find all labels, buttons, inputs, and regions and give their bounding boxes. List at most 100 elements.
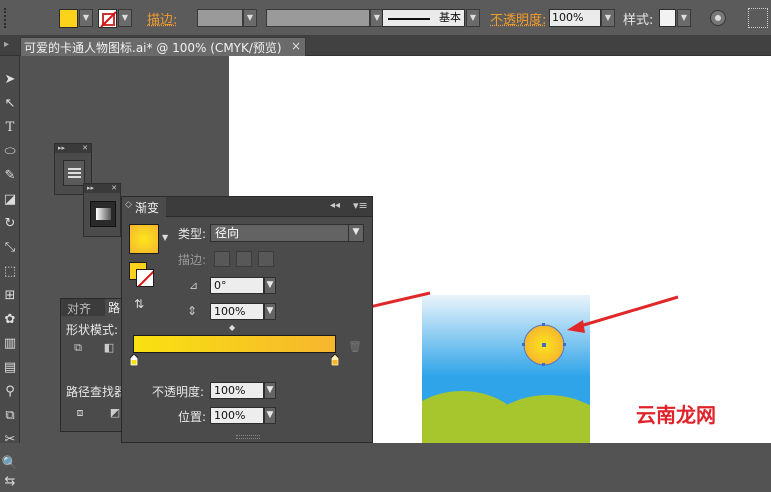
gradient-type-dropdown[interactable]: ▼ [348, 224, 364, 242]
panel-header: ▸▸ ✕ [84, 184, 120, 193]
stroke-dropdown[interactable]: ▼ [118, 9, 132, 27]
document-title: 可爱的卡通人物图标.ai* @ 100% (CMYK/预览) [24, 41, 282, 55]
expand-icon[interactable]: ▸▸ [87, 184, 94, 192]
brush-dropdown[interactable]: ▼ [466, 9, 480, 27]
gradient-stop-start[interactable] [129, 353, 139, 367]
graphic-style-dropdown[interactable]: ▼ [677, 9, 691, 27]
recolor-artwork-icon[interactable] [710, 10, 726, 26]
collapse-panel-icon[interactable]: ◂◂ [330, 200, 340, 211]
opacity-dropdown[interactable]: ▼ [601, 9, 615, 27]
eyedropper-tool-icon[interactable]: ⚲ [0, 382, 20, 402]
shape-modes-label: 形状模式: [66, 323, 119, 337]
gradient-type-select[interactable]: 径向 [210, 224, 353, 242]
stop-icon [330, 353, 340, 367]
close-icon[interactable]: ✕ [82, 144, 88, 153]
gradient-tool-icon[interactable]: ▤ [0, 358, 20, 378]
gradient-panel-header: ◇ 渐变 ◂◂ ▾≡ [122, 197, 372, 217]
pathfinder-tabs: 对齐 路 [61, 299, 125, 317]
brush-definition-field[interactable]: 基本 [382, 9, 465, 27]
stroke-line [68, 172, 81, 174]
watermark: 云南龙网 [636, 403, 716, 427]
angle-dropdown[interactable]: ▼ [264, 277, 276, 294]
swap-fill-stroke-icon[interactable]: ⇆ [0, 472, 20, 492]
minus-front-icon[interactable]: ◧ [101, 341, 117, 355]
tab-gradient[interactable]: ◇ 渐变 [122, 197, 166, 217]
symbol-sprayer-tool-icon[interactable]: ✿ [0, 310, 20, 330]
align-selection-icon[interactable] [748, 8, 768, 28]
gradient-thumb [96, 208, 111, 220]
stroke-weight-field[interactable] [197, 9, 243, 27]
recolor-dot [715, 15, 721, 21]
stroke-none-icon [100, 11, 116, 27]
zoom-tool-icon[interactable]: 🔍 [0, 454, 20, 474]
close-icon[interactable]: ✕ [111, 184, 117, 193]
tab-align[interactable]: 对齐 [67, 300, 91, 317]
gradient-panel-icon[interactable] [90, 201, 116, 227]
blend-tool-icon[interactable]: ⧉ [0, 406, 20, 426]
fill-dropdown[interactable]: ▼ [79, 9, 93, 27]
type-tool-icon[interactable]: T [0, 118, 20, 138]
opacity-field[interactable]: 100% [549, 9, 601, 27]
fill-swatch-dropdown[interactable]: ▼ [162, 233, 168, 242]
ellipse-tool-icon[interactable]: ⬭ [0, 142, 20, 162]
scale-tool-icon[interactable]: ⤡ [0, 238, 20, 258]
aspect-ratio-field[interactable]: 100% [210, 303, 264, 320]
rotate-tool-icon[interactable]: ↻ [0, 214, 20, 234]
stop-opacity-field[interactable]: 100% [210, 382, 264, 399]
stroke-indicator[interactable] [136, 269, 154, 287]
no-stroke-icon [137, 270, 153, 286]
stroke-along-icon[interactable] [236, 251, 252, 267]
gradient-title: 渐变 [135, 201, 160, 215]
panel-resize-grip[interactable] [236, 435, 260, 439]
graph-tool-icon[interactable]: ▥ [0, 334, 20, 354]
aspect-ratio-dropdown[interactable]: ▼ [264, 303, 276, 320]
pencil-tool-icon[interactable]: ✎ [0, 166, 20, 186]
angle-icon: ⊿ [189, 279, 199, 292]
collapse-toolbar-icon[interactable]: ▸ [4, 39, 14, 51]
stroke-line [68, 168, 81, 170]
gradient-slider[interactable] [133, 335, 336, 353]
midpoint-diamond-icon[interactable]: ◆ [229, 323, 235, 332]
stroke-line-preview [388, 18, 430, 20]
gradient-fill-swatch[interactable] [129, 224, 159, 254]
stroke-none-swatch[interactable] [98, 9, 117, 28]
angle-field[interactable]: 0° [210, 277, 264, 294]
unite-icon[interactable]: ⧉ [70, 341, 86, 355]
brush-style-name: 基本 [439, 11, 461, 24]
reverse-gradient-icon[interactable]: ⇅ [134, 297, 144, 311]
close-document-icon[interactable]: × [291, 39, 301, 53]
expand-icon[interactable]: ▸▸ [58, 144, 65, 152]
collapsed-gradient-panel: ▸▸ ✕ [83, 183, 121, 237]
grip-handle[interactable] [4, 8, 12, 28]
variable-width-field[interactable] [266, 9, 370, 27]
stop-opacity-label: 不透明度: [152, 385, 205, 399]
stroke-gradient-label: 描边: [178, 253, 207, 267]
delete-stop-icon[interactable]: 🗑 [348, 340, 362, 353]
aspect-ratio-icon: ⇕ [187, 304, 198, 318]
direct-selection-tool-icon[interactable]: ↖ [0, 94, 20, 114]
eraser-tool-icon[interactable]: ◪ [0, 190, 20, 210]
fill-swatch[interactable] [59, 9, 78, 28]
location-dropdown[interactable]: ▼ [264, 407, 276, 424]
stroke-weight-dropdown[interactable]: ▼ [243, 9, 257, 27]
panel-menu-icon[interactable]: ▾≡ [353, 199, 368, 212]
divide-icon[interactable]: ⧈ [72, 406, 88, 420]
stroke-across-icon[interactable] [258, 251, 274, 267]
stop-opacity-dropdown[interactable]: ▼ [264, 382, 276, 399]
slice-tool-icon[interactable]: ✂ [0, 430, 20, 450]
graphic-style-swatch[interactable] [659, 9, 676, 27]
free-transform-tool-icon[interactable]: ⬚ [0, 262, 20, 282]
gradient-panel: ◇ 渐变 ◂◂ ▾≡ ▼ ⇅ 类型: 径向 ▼ 描边: ⊿ 0° ▼ ⇕ 100… [121, 196, 373, 443]
opacity-label[interactable]: 不透明度: [490, 9, 546, 28]
location-field[interactable]: 100% [210, 407, 264, 424]
stroke-label[interactable]: 描边: [147, 9, 177, 28]
selection-tool-icon[interactable]: ➤ [0, 70, 20, 90]
stroke-within-icon[interactable] [214, 251, 230, 267]
shape-builder-tool-icon[interactable]: ⊞ [0, 286, 20, 306]
arrowhead-sun [567, 320, 585, 333]
stroke-panel-icon[interactable] [63, 160, 85, 186]
panel-toggle-icon[interactable]: ◇ [125, 200, 132, 210]
pathfinders-label: 路径查找器 [66, 385, 127, 399]
document-tab[interactable]: 可爱的卡通人物图标.ai* @ 100% (CMYK/预览) × [20, 37, 306, 56]
gradient-stop-end[interactable] [330, 353, 340, 367]
